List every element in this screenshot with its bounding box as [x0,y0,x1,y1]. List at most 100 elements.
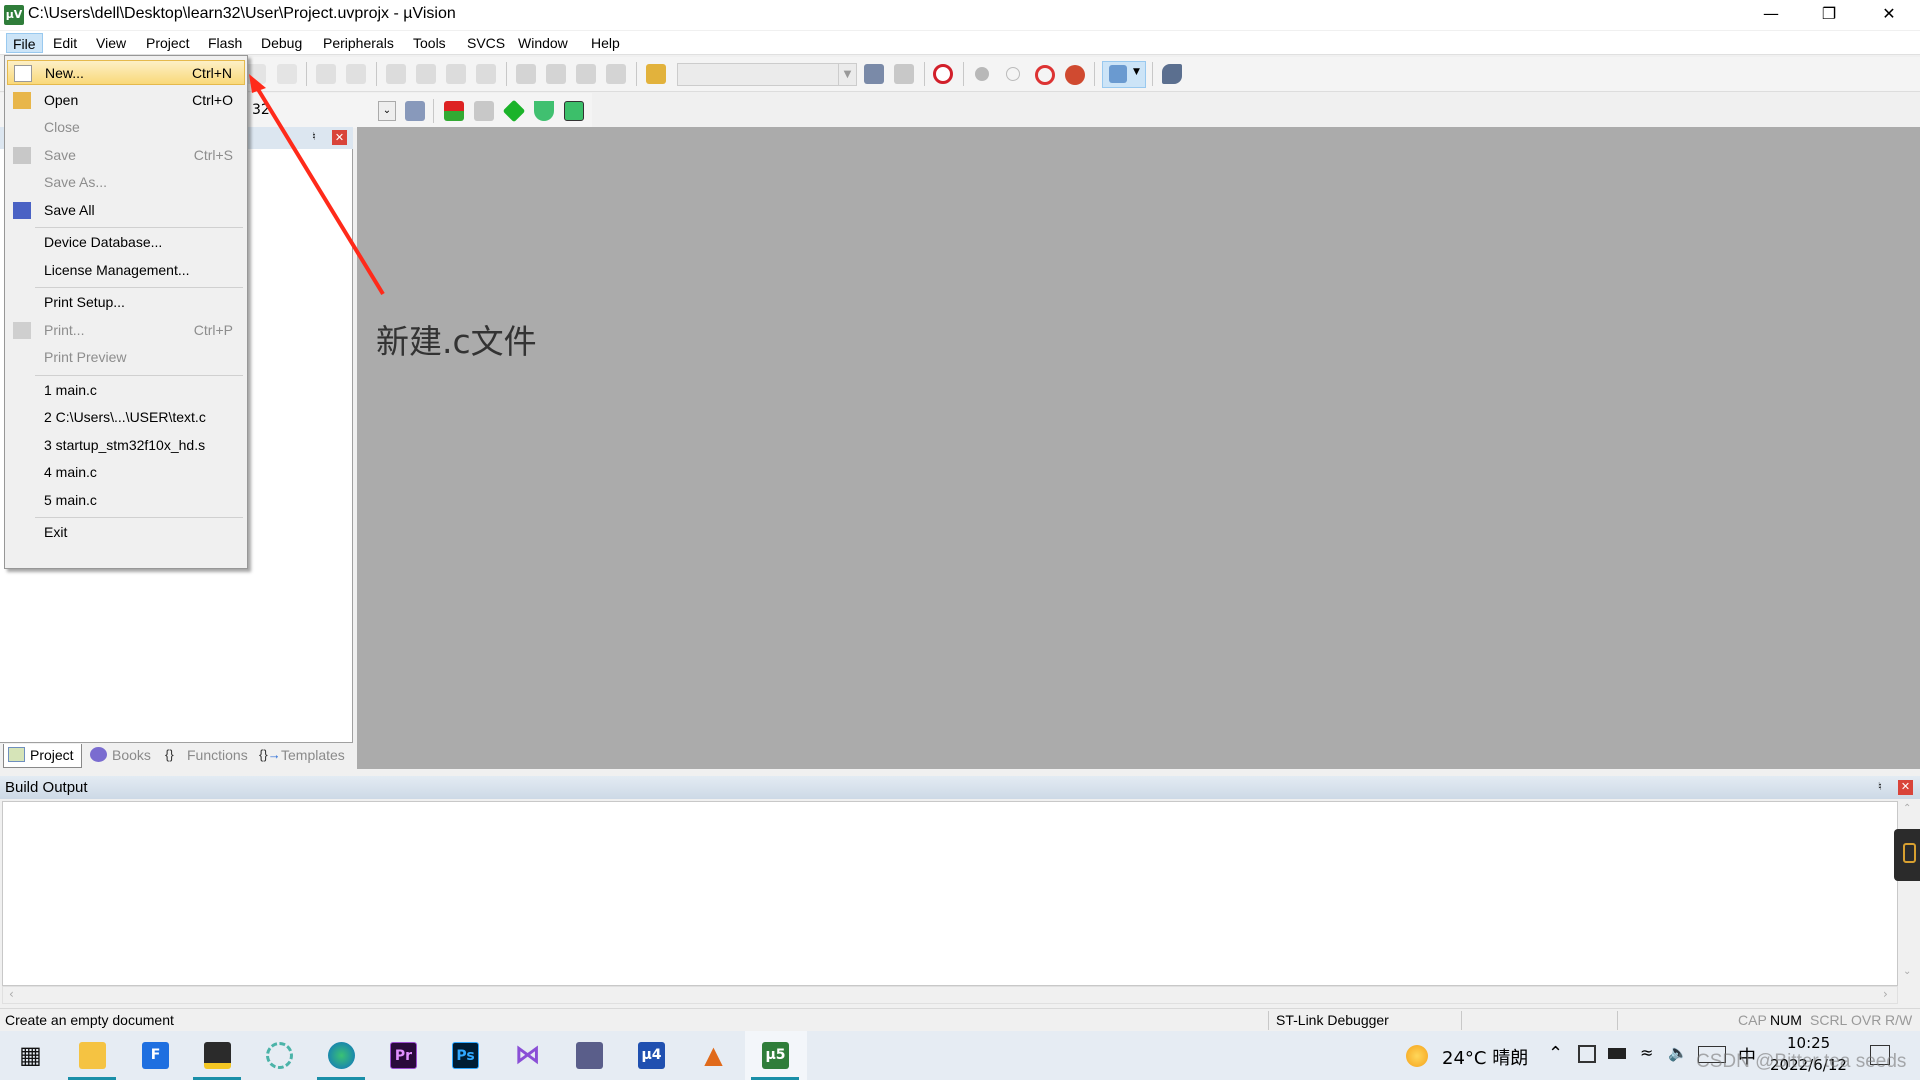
tab-functions[interactable]: {} Functions [161,744,253,768]
menu-help[interactable]: Help [585,33,626,53]
menu-view[interactable]: View [90,33,132,53]
menu-item-save-all[interactable]: Save All [7,198,245,223]
minimize-button[interactable]: — [1742,0,1800,30]
comment-icon[interactable] [576,64,596,84]
scroll-left-icon[interactable]: ‹ [9,987,14,1001]
select-packs-icon[interactable] [474,101,494,121]
disable-all-breakpoints-icon[interactable] [1035,65,1055,85]
target-select-text[interactable]: 32 [252,102,270,118]
target-dropdown-chevron-icon[interactable]: ⌄ [378,101,396,121]
menu-item-1-main-c[interactable]: 1 main.c [7,378,245,403]
clock-time[interactable]: 10:25 [1787,1034,1830,1052]
scroll-right-icon[interactable]: › [1883,987,1888,1001]
close-button[interactable]: ✕ [1860,0,1918,30]
manage-rte-icon[interactable] [534,101,554,121]
start-button[interactable]: ▦ [0,1031,60,1080]
menu-item-save-as[interactable]: Save As... [7,170,245,195]
menu-project[interactable]: Project [140,33,196,53]
prev-bookmark-icon[interactable] [416,64,436,84]
tab-books[interactable]: Books [86,744,158,768]
configure-wrench-icon[interactable] [1162,64,1182,84]
find-combobox[interactable]: ▼ [677,63,857,86]
uncomment-icon[interactable] [606,64,626,84]
menu-item-device-database[interactable]: Device Database... [7,230,245,255]
menu-item-close[interactable]: Close [7,115,245,140]
build-output-text[interactable] [2,801,1898,986]
manage-project-items-icon[interactable] [444,101,464,121]
scroll-up-icon[interactable]: ⌃ [1903,803,1911,814]
event-recorder-icon[interactable] [564,101,584,121]
menu-item-save[interactable]: Save Ctrl+S [7,143,245,168]
taskbar-photoshop[interactable]: Ps [435,1031,495,1080]
breakpoint-icon[interactable] [975,67,989,81]
find-in-files-icon[interactable] [646,64,666,84]
menu-tools[interactable]: Tools [407,33,452,53]
menu-debug[interactable]: Debug [255,33,308,53]
menu-item-print-preview[interactable]: Print Preview [7,345,245,370]
weather-sun-icon[interactable] [1406,1045,1428,1067]
taskbar-foxit[interactable]: F [125,1031,185,1080]
menu-item-license-management[interactable]: License Management... [7,258,245,283]
menu-window[interactable]: Window [512,33,574,53]
nav-forward-icon[interactable] [346,64,366,84]
horizontal-scrollbar[interactable]: ‹ › [2,986,1898,1004]
taskbar-file-explorer[interactable] [62,1031,122,1080]
menu-item-5-main-c[interactable]: 5 main.c [7,488,245,513]
taskbar-edge[interactable] [311,1031,371,1080]
indent-icon[interactable] [516,64,536,84]
clear-bookmarks-icon[interactable] [476,64,496,84]
menu-svcs[interactable]: SVCS [461,33,511,53]
chevron-down-icon[interactable]: ▼ [838,64,856,85]
close-icon[interactable]: ✕ [1898,780,1913,795]
pin-icon[interactable]: ♮ [312,130,316,143]
menu-item-print-setup[interactable]: Print Setup... [7,290,245,315]
target-options-wand-icon[interactable] [405,101,425,121]
debug-session-icon[interactable] [933,64,953,84]
undo-icon[interactable] [246,64,266,84]
floating-widget-icon[interactable] [1894,829,1920,881]
taskbar-settings-app[interactable] [559,1031,619,1080]
menu-peripherals[interactable]: Peripherals [317,33,400,53]
menu-item-new[interactable]: New... Ctrl+N [7,60,245,85]
menu-item-print[interactable]: Print... Ctrl+P [7,318,245,343]
taskbar-keil-uv4[interactable]: µ4 [621,1031,681,1080]
incremental-find-icon[interactable] [864,64,884,84]
taskbar-visual-studio[interactable]: ⋈ [497,1031,557,1080]
tab-project[interactable]: Project [3,744,82,768]
battery-icon[interactable] [1608,1048,1626,1059]
nav-back-icon[interactable] [316,64,336,84]
unindent-icon[interactable] [546,64,566,84]
pin-icon[interactable]: ♮ [1878,776,1882,799]
find-replace-icon[interactable] [894,64,914,84]
weather-text[interactable]: 24°C 晴朗 [1442,1044,1528,1070]
pack-installer-icon[interactable] [502,99,526,123]
vertical-scrollbar[interactable]: ⌃ ⌄ [1894,801,1920,986]
taskbar-matlab[interactable]: ▲ [683,1031,743,1080]
close-icon[interactable]: ✕ [332,130,347,145]
next-bookmark-icon[interactable] [446,64,466,84]
menu-item-2-c-users-user-text-c[interactable]: 2 C:\Users\...\USER\text.c [7,405,245,430]
bookmark-icon[interactable] [386,64,406,84]
tab-templates[interactable]: {}→ Templates [255,744,352,768]
taskbar-spiral-app[interactable] [249,1031,309,1080]
menu-flash[interactable]: Flash [202,33,248,53]
kill-breakpoints-icon[interactable] [1065,65,1085,85]
taskbar-sticky-notes[interactable] [187,1031,247,1080]
taskbar-keil-uv5[interactable]: µ5 [745,1031,807,1080]
tray-expand-icon[interactable]: ⌃ [1548,1043,1563,1064]
scroll-down-icon[interactable]: ⌄ [1903,966,1911,977]
volume-icon[interactable]: 🔈 [1668,1043,1688,1062]
tray-app-icon[interactable] [1578,1045,1596,1063]
window-layout-dropdown[interactable]: ▼ [1102,61,1146,88]
menu-edit[interactable]: Edit [47,33,83,53]
menu-file[interactable]: File [6,33,43,53]
disable-breakpoint-icon[interactable] [1006,67,1020,81]
menu-item-exit[interactable]: Exit [7,520,245,545]
wifi-icon[interactable]: ≈ [1640,1043,1653,1062]
restore-button[interactable]: ❐ [1800,0,1858,30]
redo-icon[interactable] [277,64,297,84]
menu-item-4-main-c[interactable]: 4 main.c [7,460,245,485]
menu-item-open[interactable]: Open Ctrl+O [7,88,245,113]
menu-item-3-startup-stm32f10x-hd-s[interactable]: 3 startup_stm32f10x_hd.s [7,433,245,458]
taskbar-premiere[interactable]: Pr [373,1031,433,1080]
